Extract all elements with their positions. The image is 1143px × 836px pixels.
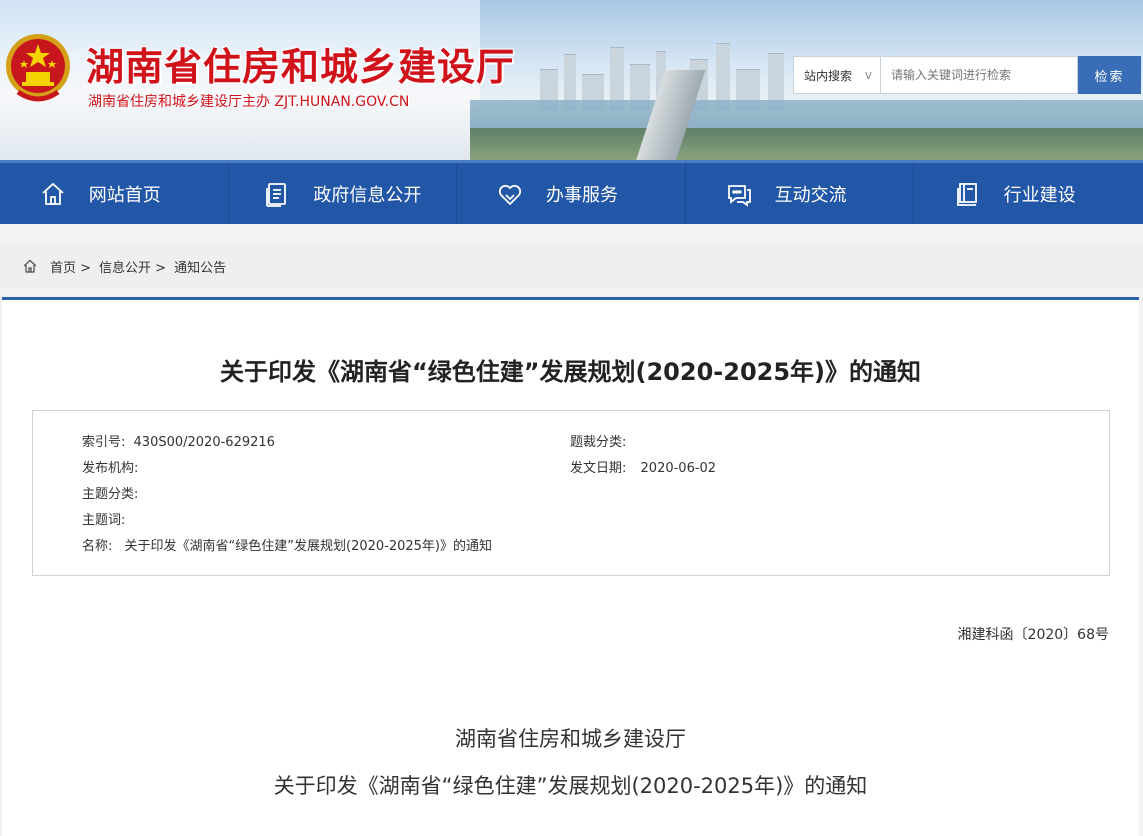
nav-item-label: 办事服务 — [545, 184, 618, 206]
meta-keywords: 主题词: — [82, 509, 125, 528]
breadcrumb-current[interactable]: 通知公告 — [174, 257, 226, 276]
nav-item-label: 互动交流 — [774, 184, 847, 206]
nav-item-gov-info[interactable]: 政府信息公开 — [229, 163, 458, 224]
meta-name-value: 关于印发《湖南省“绿色住建”发展规划(2020-2025年)》的通知 — [124, 539, 493, 554]
breadcrumb-home-link[interactable]: 首页 > — [50, 257, 91, 276]
header-banner: 湖南省住房和城乡建设厅 湖南省住房和城乡建设厅主办 ZJT.HUNAN.GOV.… — [0, 0, 1143, 160]
meta-topic-class: 题裁分类: — [570, 431, 626, 450]
chevron-down-icon: v — [864, 68, 872, 82]
search-button[interactable]: 检索 — [1078, 56, 1141, 94]
nav-item-services[interactable]: 办事服务 — [457, 163, 686, 224]
site-title: 湖南省住房和城乡建设厅 — [86, 45, 516, 89]
meta-subject: 主题分类: — [82, 483, 138, 502]
document-number: 湘建科函〔2020〕68号 — [957, 627, 1109, 643]
meta-index-value: 430S00/2020-629216 — [133, 435, 275, 450]
document-metadata: 索引号: 430S00/2020-629216 题裁分类: 发布机构: 发文日期… — [32, 410, 1110, 576]
nav-item-industry[interactable]: 行业建设 — [914, 163, 1143, 224]
body-organization: 湖南省住房和城乡建设厅 — [455, 727, 686, 751]
meta-publisher: 发布机构: — [82, 457, 138, 476]
document-icon — [266, 182, 287, 207]
nav-item-interaction[interactable]: 互动交流 — [686, 163, 915, 224]
meta-date-label: 发文日期: — [570, 461, 627, 476]
meta-keywords-label: 主题词: — [82, 513, 126, 528]
nav-item-label: 政府信息公开 — [313, 184, 422, 206]
national-emblem-icon — [6, 34, 70, 102]
search-input[interactable] — [881, 56, 1078, 94]
article-panel: 关于印发《湖南省“绿色住建”发展规划(2020-2025年)》的通知 索引号: … — [2, 297, 1139, 836]
meta-subject-label: 主题分类: — [82, 487, 139, 502]
meta-name: 名称: 关于印发《湖南省“绿色住建”发展规划(2020-2025年)》的通知 — [82, 535, 492, 554]
home-icon — [23, 259, 37, 273]
meta-index-label: 索引号: — [82, 435, 126, 450]
body-title: 关于印发《湖南省“绿色住建”发展规划(2020-2025年)》的通知 — [273, 774, 868, 798]
nav-item-label: 网站首页 — [88, 184, 161, 206]
meta-topic-class-label: 题裁分类: — [570, 435, 627, 450]
book-icon — [956, 182, 977, 206]
meta-date: 发文日期: 2020-06-02 — [570, 457, 716, 476]
breadcrumb: 首页 > 信息公开 > 通知公告 — [0, 244, 1143, 288]
shore-image — [470, 128, 1143, 160]
main-nav: 网站首页 政府信息公开 办事服务 互动交流 行业建设 — [0, 160, 1143, 224]
heart-icon — [498, 184, 522, 205]
meta-publisher-label: 发布机构: — [82, 461, 139, 476]
chat-icon — [727, 184, 751, 207]
site-subtitle: 湖南省住房和城乡建设厅主办 ZJT.HUNAN.GOV.CN — [88, 94, 410, 110]
meta-index: 索引号: 430S00/2020-629216 — [82, 431, 275, 450]
page-title: 关于印发《湖南省“绿色住建”发展规划(2020-2025年)》的通知 — [219, 358, 922, 386]
meta-date-value: 2020-06-02 — [640, 461, 717, 476]
meta-name-label: 名称: — [82, 539, 113, 554]
site-search: 站内搜索 v 检索 — [793, 56, 1141, 94]
home-icon — [42, 182, 64, 205]
search-scope-select[interactable]: 站内搜索 v — [793, 56, 881, 94]
breadcrumb-info-link[interactable]: 信息公开 > — [99, 257, 166, 276]
search-scope-label: 站内搜索 — [804, 68, 853, 83]
nav-item-label: 行业建设 — [1003, 184, 1076, 206]
nav-item-home[interactable]: 网站首页 — [0, 163, 229, 224]
